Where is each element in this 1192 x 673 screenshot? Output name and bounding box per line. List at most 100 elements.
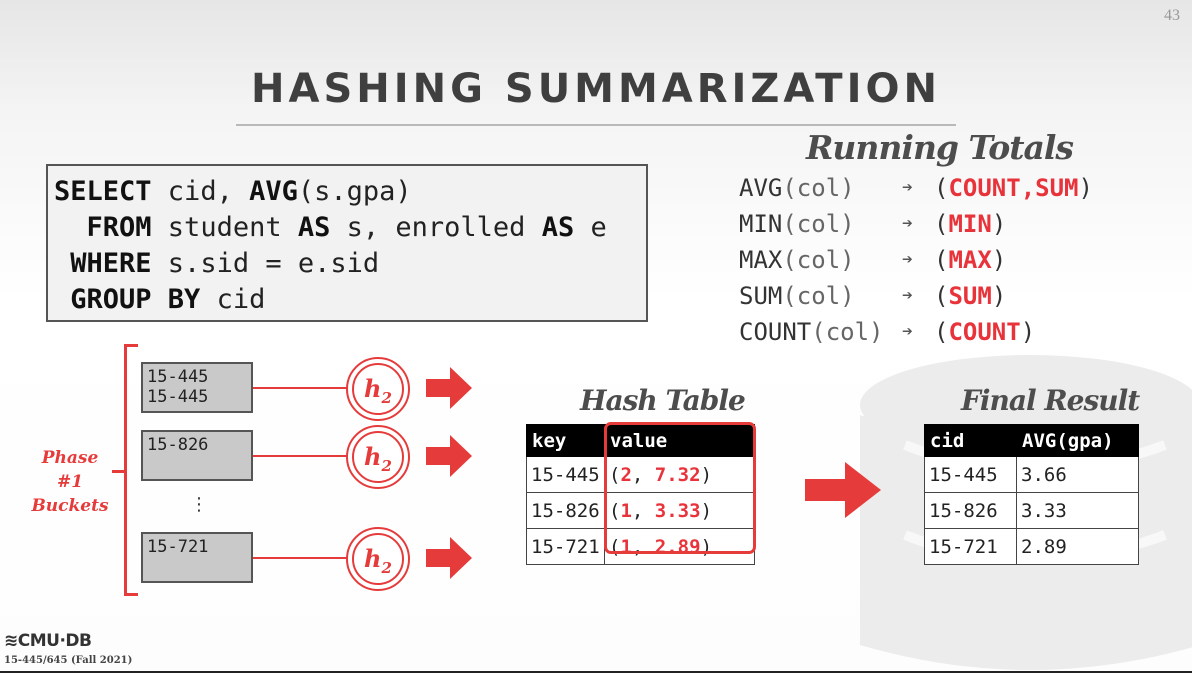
phase-label: Phase #1 Buckets [28,446,112,518]
sql-text: e [574,212,607,243]
function-arg: (col) [782,246,855,274]
hash-fn-subscript: 2 [381,389,392,407]
running-total-row: SUM(col) ➔ (SUM) [739,278,1093,314]
function-arg: (col) [782,174,855,202]
column-header: key [526,424,605,457]
sql-keyword: SELECT [54,176,152,207]
sql-line: SELECT cid, AVG(s.gpa) [54,174,646,210]
value-column-highlight [604,422,756,554]
right-arrow-icon [426,367,472,409]
slide-number: 43 [1164,7,1180,24]
phase-label-line1: Phase #1 [41,448,99,492]
database-logo-icon: ≋ [4,631,18,651]
running-total-value: MIN [948,210,992,238]
running-total-row: AVG(col) ➔ (COUNT,SUM) [739,170,1093,206]
key-cell: 15-826 [526,492,605,529]
sql-keyword: FROM [54,212,152,243]
hash-fn-subscript: 2 [381,457,392,475]
running-total-value: COUNT,SUM [948,174,1079,202]
slide-title: HASHING SUMMARIZATION [251,66,941,112]
cid-cell: 15-445 [924,456,1017,493]
running-total-result: (COUNT,SUM) [934,174,1093,202]
hash-function-icon: h2 [346,527,410,591]
running-total-row: COUNT(col) ➔ (COUNT) [739,314,1093,350]
function-name: SUM [739,282,783,310]
hash-function-icon: h2 [346,357,410,421]
table-row: 15-826 3.33 [924,492,1139,529]
sql-keyword: GROUP BY [54,284,201,315]
function-arg: (col) [782,210,855,238]
phase-label-line2: Buckets [31,496,109,516]
running-total-result: (MIN) [934,210,1007,238]
function-name: MAX [739,246,783,274]
arrow-icon: ➔ [902,285,913,306]
column-header: cid [924,424,1017,457]
right-arrow-icon [426,435,472,477]
final-result-title: Final Result [961,384,1140,417]
footer-course: 15-445/645 (Fall 2021) [4,655,133,666]
function-name: COUNT [739,318,812,346]
bucket-connector-line [253,387,347,389]
running-total-result: (COUNT) [934,318,1036,346]
running-total-value: MAX [948,246,992,274]
hash-fn-name: h [364,442,382,471]
final-result-table: cid AVG(gpa) 15-445 3.66 15-826 3.33 15-721 2… [924,424,1139,565]
running-total-value: SUM [948,282,992,310]
table-header-row: cid AVG(gpa) [924,424,1139,457]
hash-table-title: Hash Table [580,384,746,417]
arrow-icon: ➔ [902,321,913,342]
aggregate-function: MAX(col) [739,242,902,278]
sql-line: FROM student AS s, enrolled AS e [54,210,646,246]
key-cell: 15-721 [526,528,605,565]
bucket-entry: 15-826 [147,435,209,455]
large-right-arrow-icon [805,462,881,518]
sql-text: cid, [151,176,250,207]
bucket-connector-line [253,455,347,457]
bucket-bracket [124,344,138,596]
function-name: AVG [739,174,783,202]
sql-keyword: AVG [249,176,298,207]
running-totals-title: Running Totals [806,128,1074,167]
running-total-row: MIN(col) ➔ (MIN) [739,206,1093,242]
bucket-ellipsis: ⋮ [190,494,208,515]
bucket-entry: 15-445 [147,387,209,407]
sql-line: GROUP BY cid [54,282,646,318]
function-arg: (col) [811,318,884,346]
aggregate-function: AVG(col) [739,170,902,206]
sql-line: WHERE s.sid = e.sid [54,246,646,282]
sql-keyword: AS [541,212,575,243]
running-total-result: (SUM) [934,282,1007,310]
cmu-db-logo: ≋CMU·DB [4,631,92,651]
bucket: 15-826 [141,430,253,481]
bucket-entry: 15-445 [147,367,209,387]
arrow-icon: ➔ [902,177,913,198]
footer-logo-text: CMU·DB [17,631,92,651]
avg-gpa-cell: 3.33 [1016,492,1139,529]
bucket-connector-line [253,557,347,559]
cid-cell: 15-721 [924,528,1017,565]
hash-function-icon: h2 [346,425,410,489]
right-arrow-icon [426,537,472,579]
bucket: 15-445 15-445 [141,362,253,413]
sql-text: (s.gpa) [297,176,412,207]
bucket-entry: 15-721 [147,537,209,557]
key-cell: 15-445 [526,456,605,493]
aggregate-function: MIN(col) [739,206,902,242]
cid-cell: 15-826 [924,492,1017,529]
sql-text: student [151,212,298,243]
column-header: AVG(gpa) [1016,424,1139,457]
aggregate-function: SUM(col) [739,278,902,314]
arrow-icon: ➔ [902,213,913,234]
table-row: 15-721 2.89 [924,528,1139,565]
avg-gpa-cell: 3.66 [1016,456,1139,493]
aggregate-function: COUNT(col) [739,314,902,350]
hash-fn-name: h [364,544,382,573]
table-row: 15-445 3.66 [924,456,1139,493]
sql-keyword: WHERE [54,248,152,279]
sql-text: s, enrolled [330,212,542,243]
function-name: MIN [739,210,783,238]
sql-query-box: SELECT cid, AVG(s.gpa) FROM student AS s… [46,164,648,322]
function-arg: (col) [782,282,855,310]
title-divider [236,124,956,126]
bucket: 15-721 [141,532,253,583]
